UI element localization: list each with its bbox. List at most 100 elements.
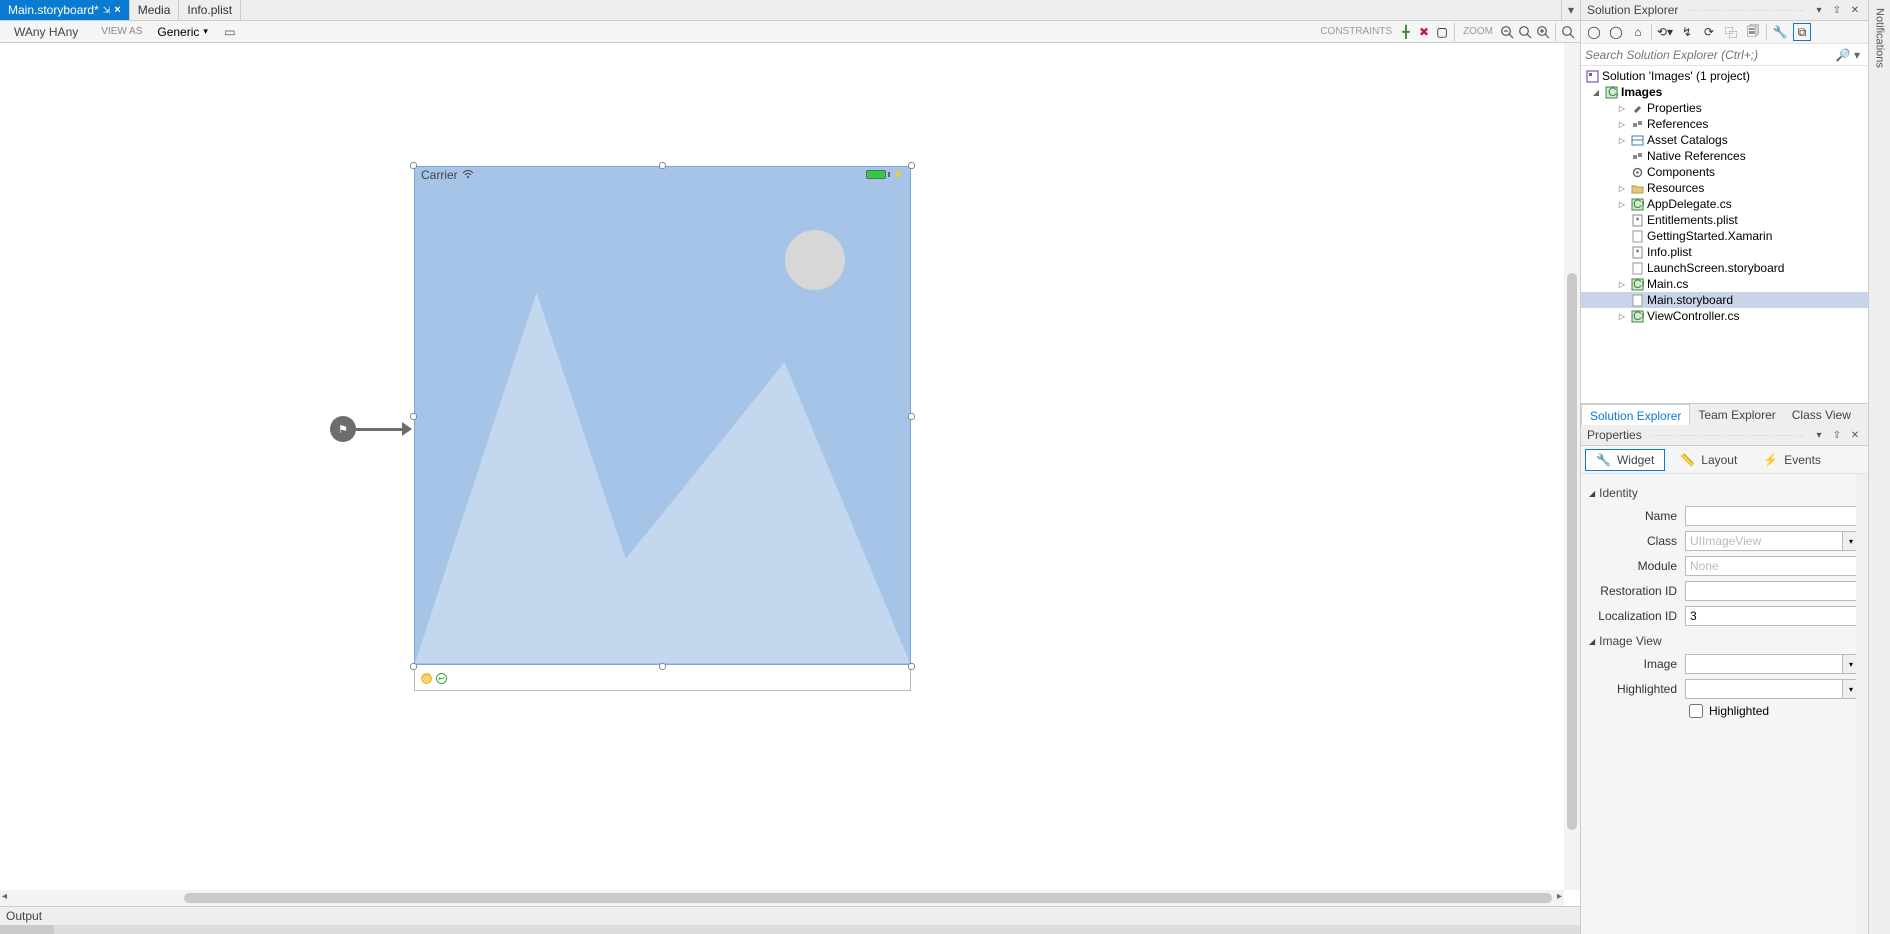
tree-item[interactable]: ▷Resources <box>1581 180 1868 196</box>
selection-handle[interactable] <box>410 663 417 670</box>
pin-icon[interactable]: ⇲ <box>103 5 111 16</box>
home-button[interactable]: ⌂ <box>1629 23 1647 41</box>
expand-arrow-icon[interactable]: ▷ <box>1617 120 1627 129</box>
section-header[interactable]: ◢ Image View <box>1589 634 1860 648</box>
output-panel-tab[interactable]: Output <box>0 906 1580 925</box>
search-input[interactable] <box>1585 48 1832 62</box>
notifications-sidebar[interactable]: Notifications <box>1868 0 1890 934</box>
tree-item[interactable]: ▷C#ViewController.cs <box>1581 308 1868 324</box>
zoom-in-button[interactable] <box>1535 24 1551 40</box>
close-button[interactable]: ✕ <box>1848 3 1862 17</box>
design-canvas[interactable]: ⚑ Carrier ⚡ <box>0 43 1580 906</box>
tab-main-storyboard[interactable]: Main.storyboard* ⇲ × <box>0 0 130 20</box>
pending-changes-button[interactable]: ↯ <box>1678 23 1696 41</box>
tab-team-explorer[interactable]: Team Explorer <box>1690 404 1783 425</box>
solution-tree[interactable]: Solution 'Images' (1 project) ◢ C# Image… <box>1581 66 1868 403</box>
constraint-remove-button[interactable]: ✖ <box>1416 24 1432 40</box>
expand-arrow-icon[interactable]: ▷ <box>1617 200 1627 209</box>
expand-arrow-icon[interactable]: ▷ <box>1617 136 1627 145</box>
scroll-left-icon[interactable]: ◂ <box>2 891 7 902</box>
expand-arrow-icon[interactable]: ◢ <box>1591 88 1601 97</box>
zoom-out-button[interactable] <box>1499 24 1515 40</box>
localization-id-input[interactable] <box>1685 606 1860 626</box>
tab-widget[interactable]: 🔧 Widget <box>1585 449 1665 471</box>
scrollbar-thumb[interactable] <box>184 893 1552 903</box>
collapse-all-button[interactable]: ⿻ <box>1722 23 1740 41</box>
expand-arrow-icon[interactable]: ▷ <box>1617 104 1627 113</box>
restoration-id-input[interactable] <box>1685 581 1860 601</box>
name-input[interactable] <box>1685 506 1860 526</box>
module-input[interactable] <box>1685 556 1860 576</box>
selection-handle[interactable] <box>908 162 915 169</box>
tree-item[interactable]: LaunchScreen.storyboard <box>1581 260 1868 276</box>
back-button[interactable]: ◯ <box>1585 23 1603 41</box>
view-controller-icon[interactable]: ◎ <box>421 673 432 684</box>
close-icon[interactable]: × <box>114 4 120 16</box>
window-position-button[interactable]: ▾ <box>1812 3 1826 17</box>
tab-class-view[interactable]: Class View <box>1784 404 1859 425</box>
constraint-add-button[interactable]: ╋ <box>1398 24 1414 40</box>
pin-button[interactable]: ⇧ <box>1830 3 1844 17</box>
expand-arrow-icon[interactable]: ▷ <box>1617 280 1627 289</box>
section-header[interactable]: ◢ Identity <box>1589 486 1860 500</box>
device-selector[interactable]: Generic ▾ <box>150 24 215 40</box>
selection-handle[interactable] <box>659 162 666 169</box>
show-all-files-button[interactable]: 🗐 <box>1744 23 1762 41</box>
selection-handle[interactable] <box>659 663 666 670</box>
title-grip[interactable] <box>1650 435 1804 436</box>
tree-item[interactable]: Main.storyboard <box>1581 292 1868 308</box>
tree-item[interactable]: ▷Properties <box>1581 100 1868 116</box>
canvas-hscroll[interactable]: ◂ ▸ <box>0 890 1564 906</box>
class-input[interactable] <box>1685 531 1842 551</box>
selection-handle[interactable] <box>908 663 915 670</box>
zoom-actual-button[interactable] <box>1560 24 1576 40</box>
forward-button[interactable]: ◯ <box>1607 23 1625 41</box>
tab-media[interactable]: Media <box>130 0 180 20</box>
highlighted-input[interactable] <box>1685 679 1842 699</box>
highlighted-checkbox[interactable] <box>1689 704 1703 718</box>
expand-arrow-icon[interactable]: ▷ <box>1617 312 1627 321</box>
pin-button[interactable]: ⇧ <box>1830 428 1844 442</box>
refresh-button[interactable]: ⟳ <box>1700 23 1718 41</box>
scrollbar-thumb[interactable] <box>1567 273 1577 830</box>
project-node[interactable]: ◢ C# Images <box>1581 84 1868 100</box>
tree-item[interactable]: Entitlements.plist <box>1581 212 1868 228</box>
scroll-right-icon[interactable]: ▸ <box>1557 891 1562 902</box>
tab-info-plist[interactable]: Info.plist <box>179 0 241 20</box>
image-input[interactable] <box>1685 654 1842 674</box>
tree-item[interactable]: ▷Asset Catalogs <box>1581 132 1868 148</box>
canvas-vscroll[interactable] <box>1564 43 1580 890</box>
initial-view-controller-arrow[interactable]: ⚑ <box>330 416 412 442</box>
properties-scroll[interactable]: ◢ Identity Name Class ▾ <box>1581 474 1868 934</box>
close-button[interactable]: ✕ <box>1848 428 1862 442</box>
selection-handle[interactable] <box>908 413 915 420</box>
expand-arrow-icon[interactable]: ▷ <box>1617 184 1627 193</box>
tree-item[interactable]: ▷C#AppDelegate.cs <box>1581 196 1868 212</box>
tree-item[interactable]: ▷References <box>1581 116 1868 132</box>
tree-item[interactable]: GettingStarted.Xamarin <box>1581 228 1868 244</box>
exit-icon[interactable]: ↩ <box>436 673 447 684</box>
tab-solution-explorer[interactable]: Solution Explorer <box>1581 404 1690 426</box>
properties-button[interactable]: 🔧 <box>1771 23 1789 41</box>
sync-button[interactable]: ⟲▾ <box>1656 23 1674 41</box>
orientation-button[interactable]: ▭ <box>219 23 241 41</box>
solution-node[interactable]: Solution 'Images' (1 project) <box>1581 68 1868 84</box>
tab-events[interactable]: ⚡ Events <box>1752 449 1832 471</box>
tree-item[interactable]: Native References <box>1581 148 1868 164</box>
preview-button[interactable]: ⧉ <box>1793 23 1811 41</box>
tree-item[interactable]: ▷C#Main.cs <box>1581 276 1868 292</box>
tab-overflow-button[interactable]: ▾ <box>1561 0 1580 20</box>
constraint-frame-button[interactable]: ▢ <box>1434 24 1450 40</box>
size-class-button[interactable]: WAny HAny <box>4 25 88 39</box>
title-grip[interactable] <box>1686 10 1804 11</box>
selection-handle[interactable] <box>410 413 417 420</box>
window-position-button[interactable]: ▾ <box>1812 428 1826 442</box>
tab-layout[interactable]: 📏 Layout <box>1669 449 1748 471</box>
properties-vscroll[interactable] <box>1856 474 1868 934</box>
uiimageview-canvas[interactable]: Carrier ⚡ <box>414 166 911 665</box>
selection-handle[interactable] <box>410 162 417 169</box>
zoom-fit-button[interactable] <box>1517 24 1533 40</box>
search-dropdown-icon[interactable]: 🔎 ▾ <box>1832 48 1864 62</box>
tree-item[interactable]: Info.plist <box>1581 244 1868 260</box>
tree-item[interactable]: Components <box>1581 164 1868 180</box>
